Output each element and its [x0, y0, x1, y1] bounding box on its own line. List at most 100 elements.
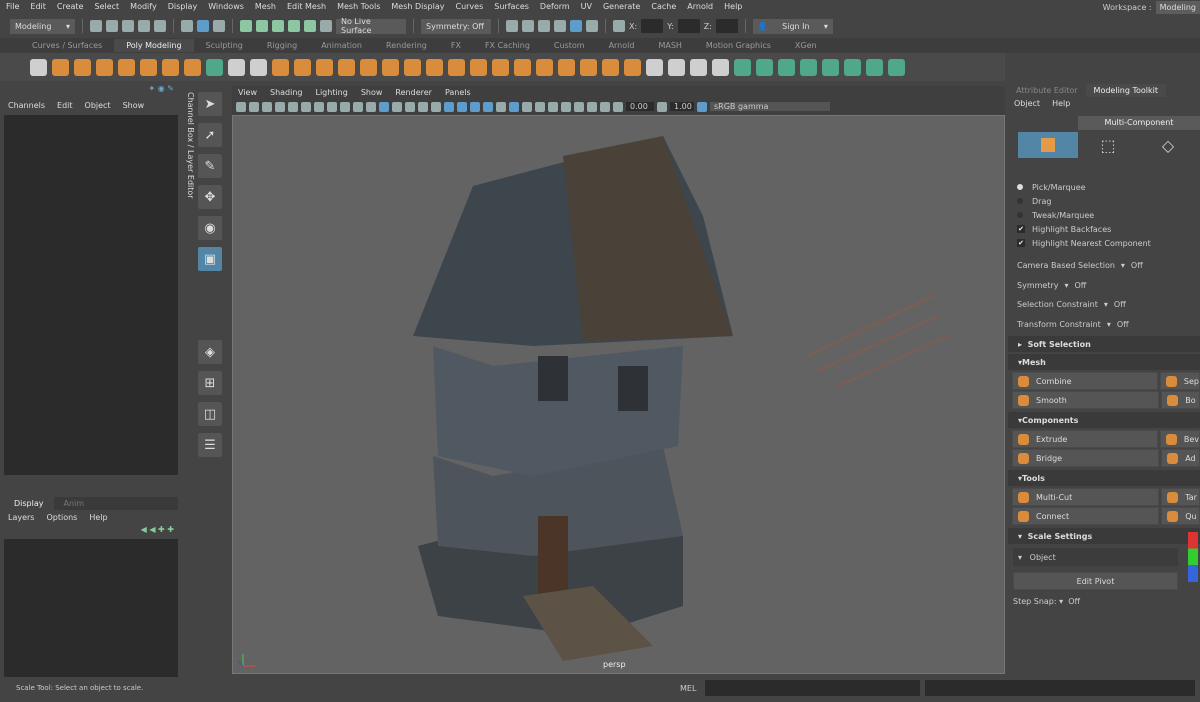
pause-icon[interactable] [586, 20, 598, 32]
shelf-tool-icon[interactable] [206, 58, 223, 76]
shelf-tool-icon[interactable] [492, 58, 509, 76]
viewport-tool-icon[interactable] [249, 101, 259, 112]
workspace-value[interactable]: Modeling [1155, 0, 1200, 14]
viewport-tool-icon[interactable] [483, 101, 493, 112]
menu-set-dropdown[interactable]: Modeling ▾ [10, 18, 75, 34]
snap-view-icon[interactable] [288, 20, 300, 32]
tar-button[interactable]: Tar [1161, 488, 1200, 506]
command-line-input[interactable] [705, 680, 920, 696]
viewport-tool-icon[interactable] [444, 101, 454, 112]
shelf-tool-icon[interactable] [734, 58, 751, 76]
toolkit-menu-object[interactable]: Object [1014, 99, 1040, 108]
outliner-view-icon[interactable]: ☰ [198, 433, 222, 457]
viewport-tool-icon[interactable] [613, 101, 623, 112]
option-value[interactable]: Off [1114, 300, 1126, 309]
shelf-tool-icon[interactable] [118, 58, 135, 76]
step-snap-row[interactable]: Step Snap: ▾ Off [1008, 594, 1200, 608]
tab-xgen[interactable]: XGen [783, 41, 829, 50]
scale-tool-icon[interactable]: ▣ [198, 247, 222, 271]
render-view-icon[interactable] [570, 20, 582, 32]
viewport-tool-icon[interactable] [496, 101, 506, 112]
menu-mesh[interactable]: Mesh [255, 2, 276, 11]
shelf-tool-icon[interactable] [712, 58, 729, 76]
snap-surface-icon[interactable] [304, 20, 316, 32]
toolkit-menu-help[interactable]: Help [1052, 99, 1070, 108]
option-value[interactable]: Off [1117, 320, 1129, 329]
channel-box-menu-object[interactable]: Object [85, 101, 111, 110]
viewport-tool-icon[interactable] [431, 101, 441, 112]
select-hierarchy-icon[interactable] [181, 20, 193, 32]
shelf-tool-icon[interactable] [294, 58, 311, 76]
smooth-button[interactable]: Smooth [1012, 391, 1160, 409]
shelf-tool-icon[interactable] [250, 58, 267, 76]
edit-pivot-button[interactable]: Edit Pivot [1013, 572, 1178, 590]
gamma-field[interactable]: 1.00 [670, 102, 694, 111]
bev-button[interactable]: Bev [1160, 430, 1200, 448]
tab-anim[interactable]: Anim [54, 497, 95, 510]
snap-grid-icon[interactable] [240, 20, 252, 32]
shelf-tool-icon[interactable] [690, 58, 707, 76]
section-components[interactable]: ▾ Components [1008, 412, 1200, 428]
select-object-icon[interactable] [197, 20, 209, 32]
menu-edit-mesh[interactable]: Edit Mesh [287, 2, 326, 11]
ad-button[interactable]: Ad [1161, 449, 1200, 467]
viewport-tool-icon[interactable] [561, 101, 571, 112]
pick-option[interactable]: Pick/Marquee [1008, 180, 1200, 194]
symmetry-dropdown[interactable]: Symmetry: Off [421, 18, 491, 34]
viewport-tool-icon[interactable] [535, 101, 545, 112]
menu-uv[interactable]: UV [581, 2, 592, 11]
shelf-tool-icon[interactable] [448, 58, 465, 76]
live-surface-field[interactable]: No Live Surface [336, 17, 406, 35]
shelf-tool-icon[interactable] [580, 58, 597, 76]
viewport-tool-icon[interactable] [379, 101, 389, 112]
shelf-tool-icon[interactable] [536, 58, 553, 76]
shelf-tool-icon[interactable] [162, 58, 179, 76]
new-scene-icon[interactable] [90, 20, 102, 32]
tab-display[interactable]: Display [4, 497, 54, 510]
viewport-tool-icon[interactable] [353, 101, 363, 112]
option-row[interactable]: Transform Constraint ▾ Off [1008, 315, 1200, 335]
viewport-tool-icon[interactable] [392, 101, 402, 112]
shelf-tool-icon[interactable] [316, 58, 333, 76]
radio-icon[interactable] [1017, 198, 1023, 204]
menu-surfaces[interactable]: Surfaces [494, 2, 529, 11]
tab-motion-graphics[interactable]: Motion Graphics [694, 41, 783, 50]
sign-in-button[interactable]: 👤 Sign In ▾ [752, 18, 833, 34]
shelf-tool-icon[interactable] [30, 58, 47, 76]
option-value[interactable]: Off [1075, 281, 1087, 290]
menu-help[interactable]: Help [724, 2, 742, 11]
connect-button[interactable]: Connect [1012, 507, 1160, 525]
viewport-tool-icon[interactable] [509, 101, 519, 112]
shelf-tool-icon[interactable] [52, 58, 69, 76]
chevron-down-icon[interactable]: ▾ [1107, 320, 1111, 329]
chevron-down-icon[interactable]: ▾ [1104, 300, 1108, 309]
menu-create[interactable]: Create [57, 2, 84, 11]
transform-input-icon[interactable] [613, 20, 625, 32]
single-view-icon[interactable]: ◈ [198, 340, 222, 364]
menu-edit[interactable]: Edit [30, 2, 46, 11]
tab-arnold[interactable]: Arnold [597, 41, 647, 50]
menu-file[interactable]: File [6, 2, 19, 11]
section-tools[interactable]: ▾ Tools [1008, 470, 1200, 486]
viewport-tool-icon[interactable] [587, 101, 597, 112]
select-tool-icon[interactable]: ➤ [198, 92, 222, 116]
tab-curves-surfaces[interactable]: Curves / Surfaces [20, 41, 114, 50]
menu-generate[interactable]: Generate [603, 2, 640, 11]
viewport-menu-lighting[interactable]: Lighting [315, 88, 347, 97]
viewport-menu-shading[interactable]: Shading [270, 88, 303, 97]
color-management-icon[interactable] [697, 101, 707, 112]
bo-button[interactable]: Bo [1161, 391, 1200, 409]
viewport-tool-icon[interactable] [366, 101, 376, 112]
viewport-tool-icon[interactable] [314, 101, 324, 112]
snap-curve-icon[interactable] [256, 20, 268, 32]
viewport-tool-icon[interactable] [522, 101, 532, 112]
viewport-tool-icon[interactable] [600, 101, 610, 112]
viewport-tool-icon[interactable] [327, 101, 337, 112]
shelf-tool-icon[interactable] [228, 58, 245, 76]
bridge-button[interactable]: Bridge [1012, 449, 1160, 467]
snap-point-icon[interactable] [272, 20, 284, 32]
render-settings-icon[interactable] [538, 20, 550, 32]
radio-icon[interactable] [1017, 184, 1023, 190]
channel-box-icons[interactable]: ✦ ◉ ✎ [0, 84, 182, 98]
menu-curves[interactable]: Curves [455, 2, 483, 11]
